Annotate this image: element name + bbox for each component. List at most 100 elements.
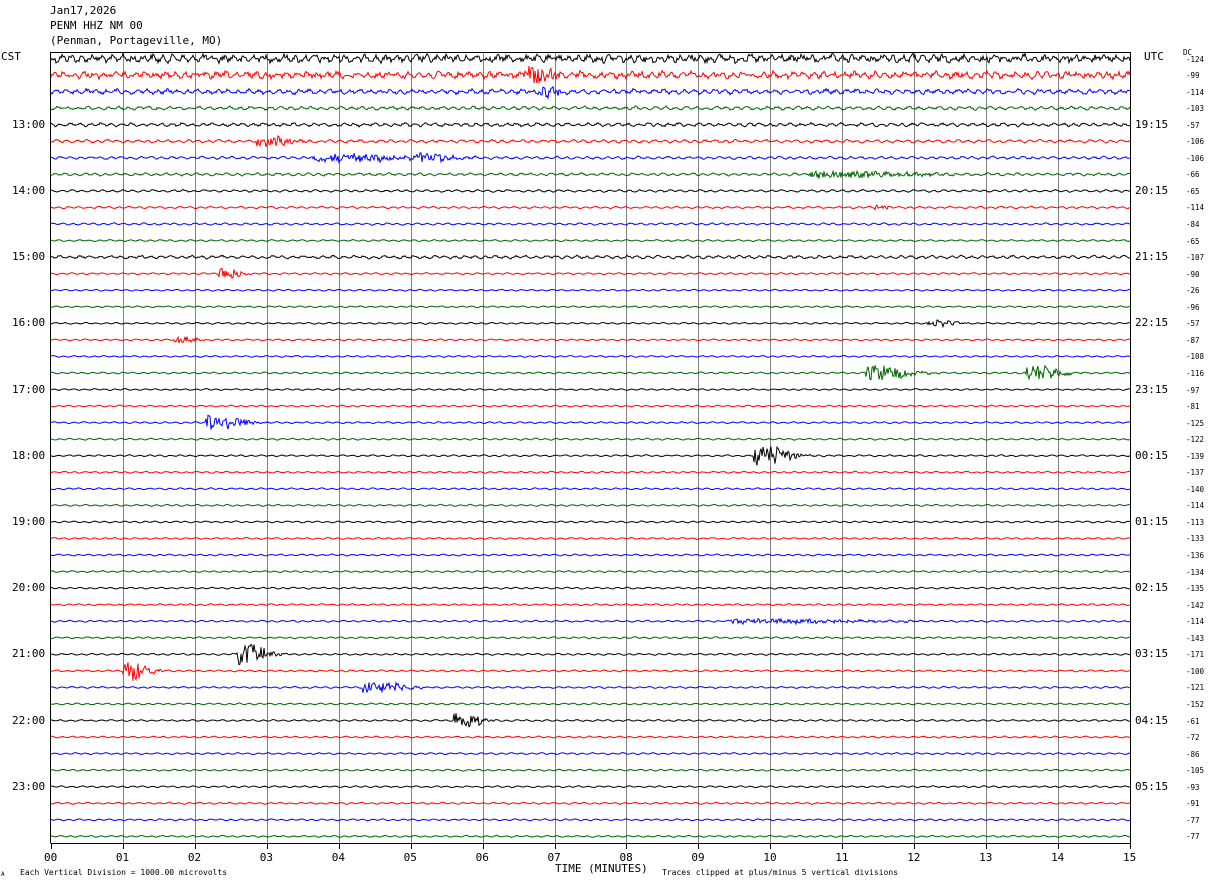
dc-offset-label: -139 <box>1186 451 1205 461</box>
dc-offset-label: -124 <box>1186 54 1205 64</box>
trace-line <box>50 569 1131 574</box>
trace-line <box>50 437 1131 441</box>
trace-line <box>50 735 1131 739</box>
dc-offset-label: -140 <box>1186 484 1205 494</box>
dc-offset-label: -114 <box>1186 501 1205 511</box>
station-location: (Penman, Portageville, MO) <box>50 34 223 47</box>
trace-line <box>50 643 1131 666</box>
trace-line <box>51 319 1131 329</box>
trace-line <box>50 188 1131 193</box>
x-tick-label: 01 <box>115 851 130 864</box>
dc-offset-label: -136 <box>1186 551 1205 560</box>
trace-line <box>50 388 1131 392</box>
trace-line <box>51 681 1131 694</box>
x-tick-label: 05 <box>403 851 417 864</box>
left-hour-label: 23:00 <box>12 779 46 793</box>
dc-offset-label: -113 <box>1186 517 1205 527</box>
right-timezone-label: UTC <box>1144 50 1164 63</box>
right-hour-label: 20:15 <box>1135 183 1169 197</box>
dc-offset-label: -125 <box>1186 418 1205 428</box>
left-hour-label: 13:00 <box>12 117 46 131</box>
dc-offset-label: -96 <box>1186 302 1200 312</box>
dc-offset-label: -134 <box>1186 567 1205 577</box>
trace-line <box>50 503 1131 507</box>
dc-offset-label: -106 <box>1186 153 1205 163</box>
left-timezone-label: CST <box>1 50 21 63</box>
x-axis-title: TIME (MINUTES) <box>555 862 648 875</box>
trace-line <box>50 617 1131 626</box>
dc-offset-label: -143 <box>1186 633 1205 643</box>
trace-line <box>50 553 1131 557</box>
trace-line <box>50 520 1131 524</box>
dc-offset-label: -97 <box>1186 385 1200 395</box>
x-tick-label: 02 <box>187 851 202 864</box>
trace-line <box>50 305 1131 309</box>
trace-line <box>50 364 1131 381</box>
trace-line <box>50 65 1131 84</box>
x-tick-label: 13 <box>979 851 993 864</box>
left-hour-label: 14:00 <box>12 183 46 197</box>
right-hour-label: 21:15 <box>1135 250 1169 264</box>
trace-line <box>50 446 1131 466</box>
right-hour-label: 23:15 <box>1135 382 1169 396</box>
station-code: PENM HHZ NM 00 <box>50 19 143 32</box>
left-hour-label: 21:00 <box>12 647 46 661</box>
right-hour-label: 03:15 <box>1135 647 1169 661</box>
dc-offset-label: -103 <box>1186 104 1205 114</box>
right-hour-label: 22:15 <box>1135 316 1169 330</box>
trace-line <box>50 470 1131 474</box>
trace-line <box>50 135 1131 148</box>
dc-offset-label: -142 <box>1186 600 1205 610</box>
trace-line <box>50 121 1130 128</box>
right-hour-label: 02:15 <box>1135 581 1169 595</box>
left-hour-label: 18:00 <box>12 448 46 462</box>
trace-line <box>50 238 1131 243</box>
dc-offset-label: -77 <box>1186 815 1200 825</box>
trace-line <box>50 404 1131 408</box>
dc-offset-label: -61 <box>1186 716 1200 726</box>
trace-line <box>50 768 1130 772</box>
trace-line <box>50 702 1131 706</box>
trace-line <box>50 267 1131 279</box>
trace-line <box>50 801 1131 805</box>
x-tick-label: 04 <box>331 851 345 864</box>
trace-line <box>50 51 1131 65</box>
x-tick-label: 09 <box>691 851 705 864</box>
dc-offset-label: -87 <box>1186 335 1200 345</box>
dc-offset-label: -99 <box>1186 71 1200 81</box>
right-hour-label: 00:15 <box>1135 448 1169 462</box>
dc-offset-label: -90 <box>1186 269 1200 279</box>
right-hour-label: 19:15 <box>1135 117 1169 131</box>
dc-offset-label: -171 <box>1186 650 1205 660</box>
trace-line <box>50 713 1131 728</box>
trace-line <box>51 204 1131 211</box>
left-hour-label: 20:00 <box>12 581 46 595</box>
trace-line <box>50 785 1131 789</box>
dc-offset-label: -152 <box>1186 699 1205 709</box>
dc-offset-label: -122 <box>1186 435 1205 445</box>
trace-line <box>50 818 1131 822</box>
trace-line <box>50 288 1131 292</box>
trace-line <box>50 85 1131 100</box>
left-hour-label: 15:00 <box>12 250 46 264</box>
trace-line <box>50 834 1131 838</box>
trace-line <box>50 752 1131 756</box>
trace-line <box>50 487 1131 491</box>
dc-offset-label: -114 <box>1186 617 1205 627</box>
x-tick-label: 10 <box>763 851 777 864</box>
dc-offset-label: -66 <box>1186 170 1200 180</box>
left-hour-label: 17:00 <box>12 382 46 396</box>
trace-line <box>50 169 1130 179</box>
trace-line <box>50 254 1131 260</box>
seismogram-plot <box>50 51 1131 849</box>
trace-line <box>50 636 1131 640</box>
dc-offset-label: -93 <box>1186 782 1200 792</box>
dc-offset-label: -57 <box>1186 120 1200 130</box>
dc-offset-label: -116 <box>1186 368 1205 378</box>
left-hour-label: 16:00 <box>12 316 46 330</box>
x-tick-label: 11 <box>835 851 849 864</box>
x-tick-label: 15 <box>1123 851 1137 864</box>
right-hour-label: 05:15 <box>1135 779 1169 793</box>
dc-offset-label: -121 <box>1186 683 1205 693</box>
clipping-note: Traces clipped at plus/minus 5 vertical … <box>662 868 899 877</box>
